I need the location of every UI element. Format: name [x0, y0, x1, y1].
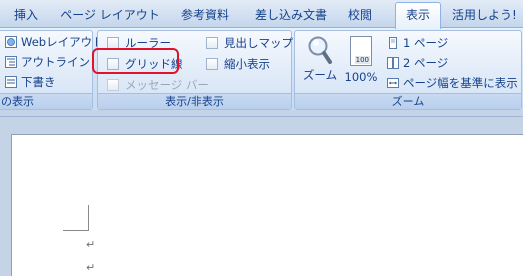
zoom-label: ズーム — [302, 68, 338, 82]
draft-label: 下書き — [21, 75, 56, 89]
show-hide-group-label: 表示/非表示 — [98, 93, 291, 109]
page-100-icon-text: 100 — [354, 56, 370, 64]
tab-addins[interactable]: 活用しよう! — [452, 4, 523, 26]
ribbon-panel: Webレイアウト アウトライン 下書き の表示 ルーラー グリッド線 メッセージ… — [0, 27, 523, 110]
zoom-group-label: ズーム — [295, 93, 521, 109]
web-layout-button[interactable]: Webレイアウト — [5, 33, 104, 51]
document-map-checkbox-box[interactable] — [206, 37, 218, 49]
outline-label: アウトライン — [21, 55, 90, 69]
tab-insert[interactable]: 挿入 — [6, 4, 46, 26]
margin-crop-mark-horizontal — [63, 230, 89, 231]
web-layout-label: Webレイアウト — [21, 35, 104, 49]
two-pages-label: 2 ページ — [403, 56, 449, 70]
page-width-button[interactable]: ページ幅を基準に表示 — [387, 74, 518, 92]
one-page-button[interactable]: 1 ページ — [387, 34, 448, 52]
document-views-group: Webレイアウト アウトライン 下書き の表示 — [0, 30, 104, 110]
web-layout-icon — [5, 36, 17, 48]
gridlines-highlight — [92, 48, 179, 74]
thumbnails-checkbox[interactable]: 縮小表示 — [206, 55, 270, 73]
tab-page-layout[interactable]: ページ レイアウト — [58, 4, 162, 26]
zoom-group: ズーム 100 100% 1 ページ 2 ページ ページ幅を基準に表示 ズーム — [294, 30, 522, 110]
tab-mailings[interactable]: 差し込み文書 — [250, 4, 332, 26]
thumbnails-label: 縮小表示 — [224, 57, 270, 71]
magnifier-icon — [308, 36, 332, 64]
page-width-label: ページ幅を基準に表示 — [403, 76, 518, 90]
margin-crop-mark-vertical — [88, 205, 89, 231]
one-page-label: 1 ページ — [403, 36, 449, 50]
page-width-icon — [387, 78, 399, 88]
message-bar-checkbox-box — [107, 79, 119, 91]
draft-button[interactable]: 下書き — [5, 73, 56, 91]
one-page-icon — [389, 37, 397, 49]
thumbnails-checkbox-box[interactable] — [206, 58, 218, 70]
ribbon-tab-bar: 挿入 ページ レイアウト 参考資料 差し込み文書 校閲 表示 活用しよう! — [0, 0, 523, 29]
outline-icon — [5, 56, 17, 68]
document-map-label: 見出しマップ — [224, 36, 293, 50]
two-pages-button[interactable]: 2 ページ — [387, 54, 448, 72]
tab-references[interactable]: 参考資料 — [172, 4, 238, 26]
ruler-line — [0, 116, 523, 117]
tab-review[interactable]: 校閲 — [340, 4, 380, 26]
page-100-icon: 100 — [350, 36, 372, 66]
message-bar-checkbox: メッセージ バー — [107, 76, 209, 94]
zoom-button[interactable]: ズーム — [301, 33, 339, 87]
tab-view[interactable]: 表示 — [395, 2, 441, 29]
zoom-100-button[interactable]: 100 100% — [343, 33, 379, 87]
message-bar-label: メッセージ バー — [125, 78, 209, 92]
zoom-100-label: 100% — [344, 70, 378, 84]
draft-icon — [5, 76, 17, 88]
document-map-checkbox[interactable]: 見出しマップ — [206, 34, 293, 52]
outline-button[interactable]: アウトライン — [5, 53, 90, 71]
paragraph-mark: ↵ — [86, 238, 96, 251]
paragraph-mark: ↵ — [86, 261, 96, 274]
two-pages-icon — [387, 57, 399, 69]
document-views-group-label: の表示 — [0, 93, 92, 109]
